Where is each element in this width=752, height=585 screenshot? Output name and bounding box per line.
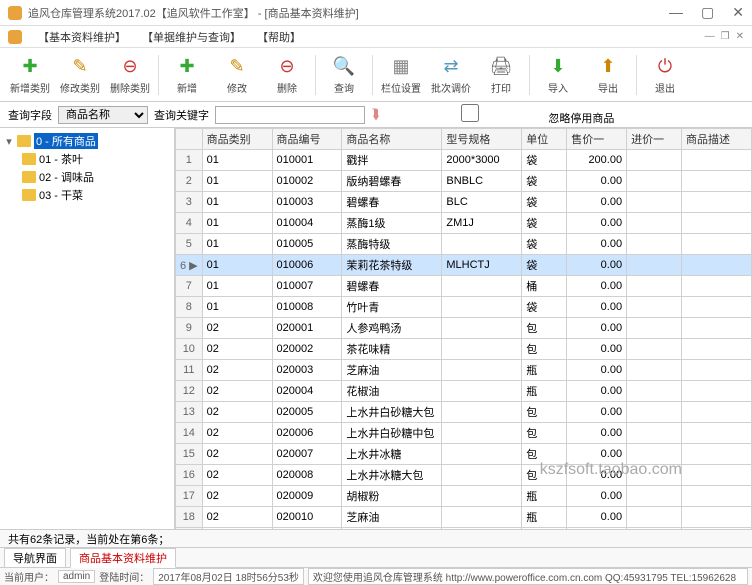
mdi-min-icon[interactable]: — — [705, 31, 715, 42]
menu-docs[interactable]: 【单据维护与查询】 — [142, 29, 241, 45]
table-row[interactable]: 1402020006上水井白砂糖中包包0.00 — [176, 423, 752, 444]
table-row[interactable]: 201010002版纳碧螺春BNBLC袋0.00 — [176, 171, 752, 192]
row-header — [176, 129, 203, 150]
search-icon: 🔍 — [332, 54, 356, 78]
mdi-restore-icon[interactable]: ❐ — [721, 31, 730, 42]
menu-help[interactable]: 【帮助】 — [257, 29, 301, 45]
new-icon: ✚ — [175, 54, 199, 78]
tree-node-03[interactable]: 03 - 干菜 — [22, 186, 170, 204]
tree-root[interactable]: ▾0 - 所有商品 — [4, 132, 170, 150]
col-price2[interactable]: 进价一 — [627, 129, 682, 150]
table-row[interactable]: 902020001人参鸡鸭汤包0.00 — [176, 318, 752, 339]
table-row[interactable]: 1702020009胡椒粉瓶0.00 — [176, 486, 752, 507]
columns-icon: ▦ — [389, 54, 413, 78]
table-row[interactable]: 401010004蒸酶1级ZM1J袋0.00 — [176, 213, 752, 234]
app-icon — [8, 6, 22, 20]
table-row[interactable]: 1202020004花椒油瓶0.00 — [176, 381, 752, 402]
col-code[interactable]: 商品编号 — [272, 129, 342, 150]
table-row[interactable]: 1502020007上水井冰糖包0.00 — [176, 444, 752, 465]
table-row[interactable]: 1102020003芝麻油瓶0.00 — [176, 360, 752, 381]
delete-button[interactable]: ⊖删除 — [263, 51, 311, 99]
query-button[interactable]: 🔍查询 — [320, 51, 368, 99]
ignore-disabled-checkbox[interactable] — [395, 104, 545, 122]
edit-category-button[interactable]: ✎修改类别 — [56, 51, 104, 99]
search-field-select[interactable]: 商品名称 — [58, 106, 148, 124]
maximize-button[interactable]: ▢ — [701, 4, 714, 21]
print-button[interactable]: 🖨打印 — [477, 51, 525, 99]
plus-icon: ✚ — [18, 54, 42, 78]
table-row[interactable]: 1802020010芝麻油瓶0.00 — [176, 507, 752, 528]
table-row[interactable]: 501010005蒸酶特级袋0.00 — [176, 234, 752, 255]
search-go-icon[interactable]: ⮯ — [371, 106, 379, 123]
batch-price-button[interactable]: ⇄批次调价 — [427, 51, 475, 99]
export-button[interactable]: ⬆导出 — [584, 51, 632, 99]
search-field-label: 查询字段 — [8, 107, 52, 123]
print-icon: 🖨 — [489, 54, 513, 78]
record-status: 共有62条记录，当前处在第6条； — [0, 529, 752, 547]
folder-icon — [22, 189, 36, 201]
add-button[interactable]: ✚新增 — [163, 51, 211, 99]
product-grid[interactable]: 商品类别 商品编号 商品名称 型号规格 单位 售价一 进价一 商品描述 1010… — [175, 128, 752, 529]
table-row[interactable]: 701010007碧螺春桶0.00 — [176, 276, 752, 297]
table-row[interactable]: 1602020008上水井冰糖大包包0.00 — [176, 465, 752, 486]
batch-icon: ⇄ — [439, 54, 463, 78]
import-button[interactable]: ⬇导入 — [534, 51, 582, 99]
pencil-icon: ✎ — [68, 54, 92, 78]
import-icon: ⬇ — [546, 54, 570, 78]
mdi-close-icon[interactable]: ✕ — [736, 31, 744, 42]
export-icon: ⬆ — [596, 54, 620, 78]
folder-icon — [22, 171, 36, 183]
minimize-button[interactable]: — — [669, 4, 683, 21]
col-name[interactable]: 商品名称 — [342, 129, 442, 150]
close-button[interactable]: ✕ — [732, 4, 744, 21]
table-row[interactable]: 101010001戳拌2000*3000袋200.00 — [176, 150, 752, 171]
window-title: 追风仓库管理系统2017.02【追风软件工作室】 - [商品基本资料维护] — [28, 5, 669, 21]
category-tree[interactable]: ▾0 - 所有商品 01 - 茶叶 02 - 调味品 03 - 干菜 — [0, 128, 175, 529]
col-price1[interactable]: 售价一 — [567, 129, 627, 150]
folder-icon — [17, 135, 31, 147]
delete-category-button[interactable]: ⊖删除类别 — [106, 51, 154, 99]
table-row[interactable]: 1002020002茶花味精包0.00 — [176, 339, 752, 360]
table-row[interactable]: 1302020005上水井白砂糖大包包0.00 — [176, 402, 752, 423]
tab-product-maintain[interactable]: 商品基本资料维护 — [70, 548, 176, 568]
menu-icon — [8, 30, 22, 44]
menu-basic[interactable]: 【基本资料维护】 — [38, 29, 126, 45]
edit-button[interactable]: ✎修改 — [213, 51, 261, 99]
tree-node-02[interactable]: 02 - 调味品 — [22, 168, 170, 186]
tab-nav[interactable]: 导航界面 — [4, 548, 66, 568]
table-row[interactable]: 801010008竹叶青袋0.00 — [176, 297, 752, 318]
table-row[interactable]: 6 ▶01010006茉莉花茶特级MLHCTJ袋0.00 — [176, 255, 752, 276]
column-settings-button[interactable]: ▦栏位设置 — [377, 51, 425, 99]
tree-node-01[interactable]: 01 - 茶叶 — [22, 150, 170, 168]
edit-icon: ✎ — [225, 54, 249, 78]
col-model[interactable]: 型号规格 — [442, 129, 522, 150]
col-category[interactable]: 商品类别 — [202, 129, 272, 150]
minus-icon: ⊖ — [118, 54, 142, 78]
search-keyword-input[interactable] — [215, 106, 365, 124]
exit-icon: ⏻ — [653, 54, 677, 78]
table-row[interactable]: 301010003碧螺春BLC袋0.00 — [176, 192, 752, 213]
delete-icon: ⊖ — [275, 54, 299, 78]
col-desc[interactable]: 商品描述 — [682, 129, 752, 150]
ignore-disabled-label: 忽略停用商品 — [548, 113, 614, 125]
add-category-button[interactable]: ✚新增类别 — [6, 51, 54, 99]
folder-icon — [22, 153, 36, 165]
exit-button[interactable]: ⏻退出 — [641, 51, 689, 99]
search-keyword-label: 查询关键字 — [154, 107, 209, 123]
table-row[interactable]: 1902020011八宝香包0.000.00 — [176, 528, 752, 530]
col-unit[interactable]: 单位 — [522, 129, 567, 150]
